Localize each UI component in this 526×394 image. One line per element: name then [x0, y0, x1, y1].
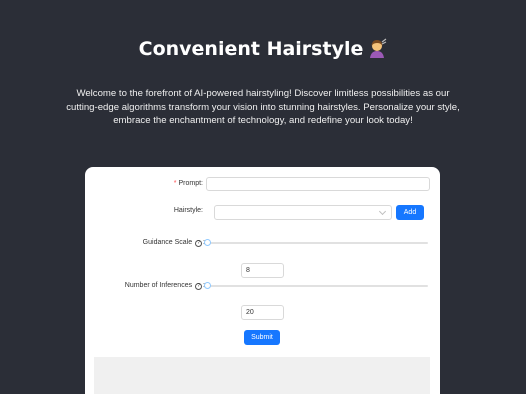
help-icon: ? [195, 283, 203, 290]
result-area [94, 357, 430, 394]
hairstyle-label: Hairstyle: [173, 207, 203, 214]
add-button[interactable]: Add [396, 205, 424, 220]
guidance-scale-label: Guidance Scale ?: [135, 239, 205, 247]
guidance-scale-input[interactable]: 8 [241, 263, 284, 278]
prompt-label: * Prompt: [173, 180, 203, 187]
inferences-slider-track[interactable] [208, 285, 428, 287]
help-icon: ? [195, 240, 203, 247]
submit-button[interactable]: Submit [244, 330, 280, 345]
guidance-slider-handle[interactable] [204, 239, 211, 246]
chevron-down-icon [378, 207, 387, 216]
page-title: Convenient Hairstyle [0, 38, 526, 60]
hairstyle-select[interactable] [214, 205, 392, 220]
intro-text: Welcome to the forefront of AI-powered h… [66, 88, 460, 127]
prompt-input[interactable] [206, 177, 430, 191]
inferences-label: Number of Inferences ?: [115, 282, 205, 290]
inferences-slider-handle[interactable] [204, 282, 211, 289]
guidance-slider-track[interactable] [208, 242, 428, 244]
form-card: * Prompt: Hairstyle: Add Guidance Scale ?… [85, 167, 440, 394]
inferences-input[interactable]: 20 [241, 305, 284, 320]
title-text: Convenient Hairstyle [138, 38, 364, 60]
haircut-emoji-icon [367, 38, 387, 58]
